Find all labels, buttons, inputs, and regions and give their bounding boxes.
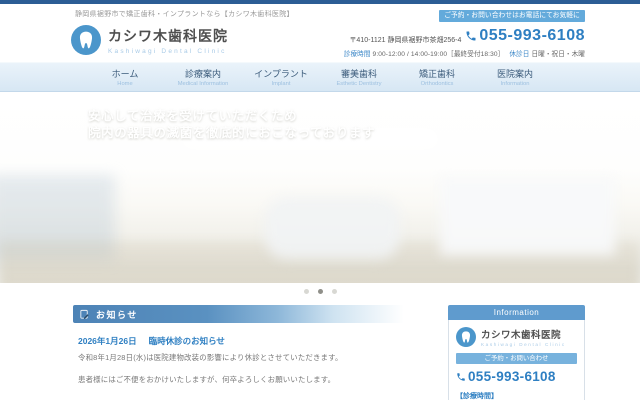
nav-item-orthodontics[interactable]: 矯正歯科 Orthodontics [398, 67, 476, 88]
carousel-dot-3[interactable] [331, 288, 337, 294]
hero-photo-dental-chair [265, 197, 400, 259]
sidebar-phone-link[interactable]: 055-993-6108 [456, 369, 577, 384]
hours-label: 診療時間 [343, 51, 371, 58]
carousel-dot-2-active[interactable] [317, 288, 323, 294]
postal-address: 〒410-1121 静岡県裾野市茶畑256-4 [349, 37, 462, 44]
sidebar-phone-number: 055-993-6108 [468, 369, 556, 384]
nav-item-medical-information[interactable]: 診療案内 Medical Information [164, 67, 242, 88]
contact-banner: ご予約・お問い合わせはお電話にてお気軽に [439, 10, 585, 22]
sidebar-tooth-logo-icon [456, 327, 476, 347]
sidebar-clinic-logo[interactable]: カシワ木歯科医院 Kashiwagi Dental Clinic [456, 327, 577, 347]
main-nav: ホーム Home 診療案内 Medical Information インプラント… [0, 62, 640, 92]
nav-item-implant[interactable]: インプラント Implant [242, 67, 320, 88]
hours-value: 9:00-12:00 / 14:00-19:00［最終受付18:30］ [372, 51, 505, 58]
carousel-dots [0, 284, 640, 298]
sidebar-heading: Information [448, 305, 585, 320]
news-heading: お知らせ [96, 309, 138, 320]
site-header: 静岡県裾野市で矯正歯科・インプラントなら【カシワ木歯科医院】 カシワ木歯科医院 … [0, 4, 640, 62]
closed-label: 休診日 [509, 51, 530, 58]
tooth-logo-icon [71, 25, 101, 55]
news-section: お知らせ 2026年1月26日 臨時休診のお知らせ 令和8年1月28日(水)は医院… [73, 305, 425, 386]
sidebar-phone-icon [457, 372, 465, 381]
news-date: 2026年1月26日 [78, 336, 137, 346]
nav-item-home[interactable]: ホーム Home [86, 67, 164, 88]
carousel-dot-1[interactable] [303, 288, 309, 294]
hero-carousel-slide: 安心して治療を受けていただくため 院内の器具の滅菌を徹底的におこなっております [0, 97, 640, 283]
news-title-link[interactable]: 臨時休診のお知らせ [149, 336, 225, 346]
clinic-logo[interactable]: カシワ木歯科医院 Kashiwagi Dental Clinic [71, 25, 228, 55]
clinic-name: カシワ木歯科医院 [108, 27, 228, 44]
news-memo-icon [80, 309, 89, 319]
closed-value: 日曜・祝日・木曜 [531, 51, 585, 58]
clinic-name-en: Kashiwagi Dental Clinic [108, 47, 227, 55]
information-sidebar: Information カシワ木歯科医院 Kashiwagi Dental Cl… [448, 305, 585, 400]
sidebar-box: カシワ木歯科医院 Kashiwagi Dental Clinic ご予約・お問い… [448, 320, 585, 400]
seo-tagline: 静岡県裾野市で矯正歯科・インプラントなら【カシワ木歯科医院】 [75, 11, 294, 18]
news-body-line2: 患者様にはご不便をおかけいたしますが、何卒よろしくお願いいたします。 [78, 375, 336, 385]
header-hours: 診療時間 9:00-12:00 / 14:00-19:00［最終受付18:30］ 休… [331, 48, 585, 58]
sidebar-clinic-name-en: Kashiwagi Dental Clinic [481, 342, 566, 347]
hero-line1: 安心して治療を受けていただくため [88, 109, 298, 123]
sidebar-contact-banner: ご予約・お問い合わせ [456, 353, 577, 364]
phone-icon [466, 31, 476, 41]
nav-item-information[interactable]: 医院案内 Information [476, 67, 554, 88]
hero-copy: 安心して治療を受けていただくため 院内の器具の滅菌を徹底的におこなっております [88, 108, 375, 142]
header-contact-block: ご予約・お問い合わせはお電話にてお気軽に 〒410-1121 静岡県裾野市茶畑2… [331, 10, 585, 58]
news-entry: 2026年1月26日 臨時休診のお知らせ 令和8年1月28日(水)は医院建物改装の… [73, 335, 425, 386]
header-phone-link[interactable]: 055-993-6108 [465, 27, 585, 45]
header-phone-number: 055-993-6108 [479, 27, 585, 44]
sidebar-hours-label: 【診療時間】 [456, 393, 498, 400]
sidebar-clinic-name: カシワ木歯科医院 [481, 330, 562, 341]
nav-item-esthetic-dentistry[interactable]: 審美歯科 Esthetic Dentistry [320, 67, 398, 88]
hero-photo-cabinet [440, 177, 615, 255]
news-header-bar: お知らせ [73, 305, 425, 323]
news-body-line1: 令和8年1月28日(水)は医院建物改装の影響により休診とさせていただきます。 [78, 353, 343, 362]
hero-line2: 院内の器具の滅菌を徹底的におこなっております [88, 126, 376, 140]
